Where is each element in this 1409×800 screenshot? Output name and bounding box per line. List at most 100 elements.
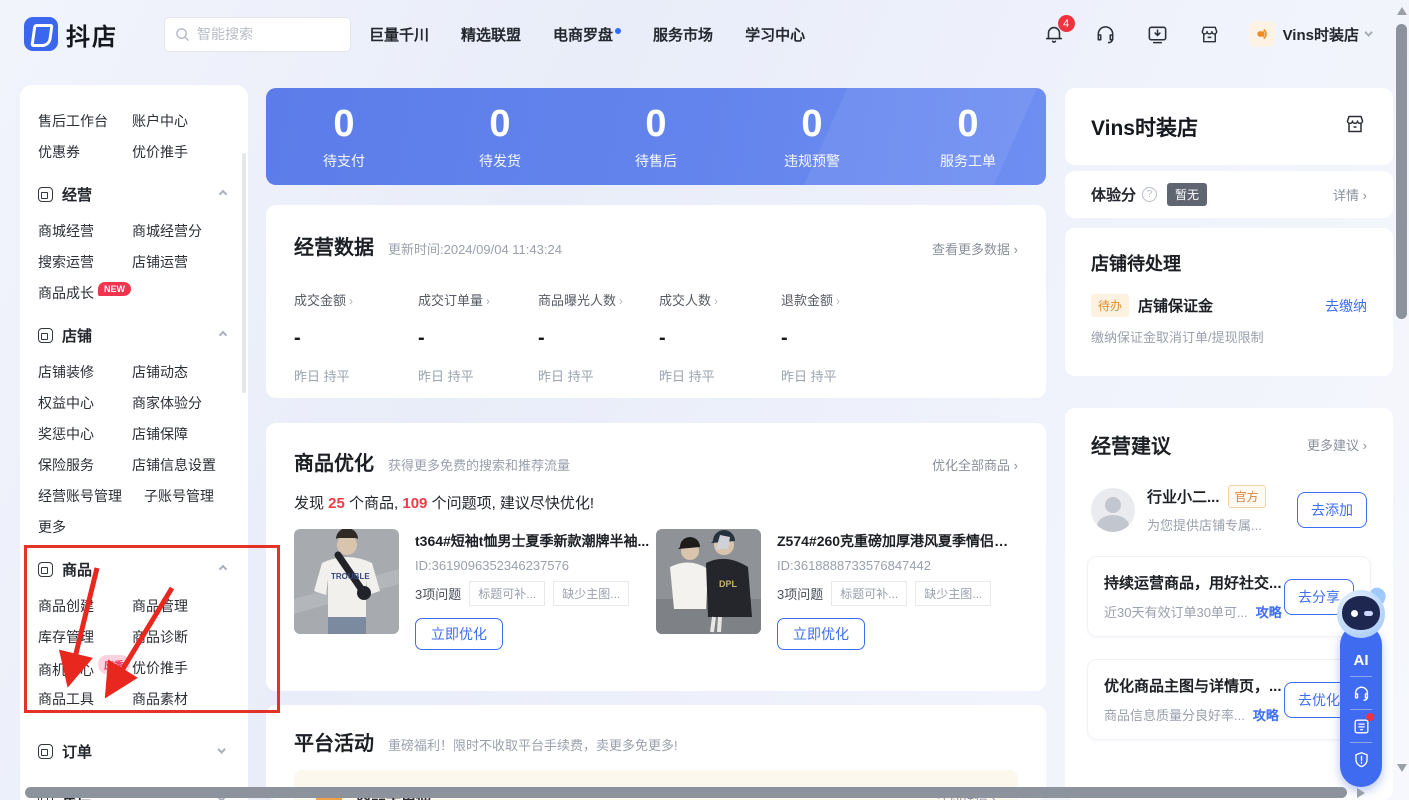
sidebar-item-insurance[interactable]: 保险服务 [38, 455, 132, 475]
sidebar-section-order[interactable]: 订单 [38, 730, 248, 772]
scroll-up-arrow-icon[interactable] [1397, 7, 1407, 15]
sidebar-item-reward-punish[interactable]: 奖惩中心 [38, 424, 132, 444]
vertical-scrollbar[interactable] [1396, 24, 1407, 319]
product-count: 25 [328, 495, 345, 512]
security-button[interactable] [1340, 743, 1382, 775]
product-title[interactable]: Z574#260克重磅加厚港风夏季情侣潮... [777, 531, 1017, 551]
question-icon[interactable]: ? [1142, 187, 1157, 202]
sidebar-item-inventory-mgmt[interactable]: 库存管理 [38, 627, 132, 647]
sidebar-item-product-diagnosis[interactable]: 商品诊断 [132, 627, 188, 647]
sidebar-item-youjia-tuishou[interactable]: 优价推手 [132, 142, 188, 162]
sidebar-item-shop-news[interactable]: 店铺动态 [132, 362, 188, 382]
chevron-down-icon [1364, 28, 1372, 36]
stat-pending-shipment[interactable]: 0 待发货 [422, 103, 578, 171]
sidebar-item-product-tools[interactable]: 商品工具 [38, 689, 132, 709]
download-client-button[interactable] [1145, 21, 1171, 47]
add-officer-button[interactable]: 去添加 [1297, 492, 1367, 528]
metric-gmv[interactable]: 成交金额› - 昨日 持平 [294, 290, 418, 385]
sidebar-item-mall-score[interactable]: 商城经营分 [132, 221, 202, 241]
metric-trend: 昨日 持平 [781, 366, 1018, 385]
product-image[interactable]: TROUBLE [294, 529, 399, 634]
robot-mascot[interactable] [1337, 590, 1385, 638]
sidebar-item-biz-opportunity[interactable]: 商机中心应季 [38, 655, 132, 680]
advice-item-title: 优化商品主图与详情页，... [1104, 675, 1282, 696]
store-info-card: Vins时装店 [1065, 88, 1393, 165]
sidebar-item-product-material[interactable]: 商品素材 [132, 689, 188, 709]
sidebar-item-shop-operation[interactable]: 店铺运营 [132, 252, 188, 272]
sidebar-item-shop-guarantee[interactable]: 店铺保障 [132, 424, 188, 444]
stat-pending-aftersale[interactable]: 0 待售后 [578, 103, 734, 171]
optimize-now-button[interactable]: 立即优化 [415, 618, 503, 650]
sidebar-section-shop[interactable]: 店铺 [38, 314, 248, 356]
storefront-outline-icon[interactable] [1343, 112, 1367, 141]
douyin-shop-logo-icon [24, 17, 58, 51]
sidebar-item-product-create[interactable]: 商品创建 [38, 596, 132, 616]
nav-service-market[interactable]: 服务市场 [653, 24, 713, 45]
sidebar-scrollbar[interactable] [242, 153, 246, 393]
chevron-up-icon [219, 331, 227, 339]
sidebar-item-youjia-tuishou2[interactable]: 优价推手 [132, 658, 188, 678]
metric-buyers[interactable]: 成交人数› - 昨日 持平 [659, 290, 781, 385]
sidebar-item-account-center[interactable]: 账户中心 [132, 111, 188, 131]
nav-luopan[interactable]: 电商罗盘 [553, 24, 621, 45]
sidebar-item-product-mgmt[interactable]: 商品管理 [132, 596, 188, 616]
product-title[interactable]: t364#短袖t恤男士夏季新款潮牌半袖... [415, 531, 649, 551]
strategy-link[interactable]: 攻略 [1253, 705, 1279, 724]
app-logo[interactable]: 抖店 [24, 17, 118, 52]
sidebar-section-operation[interactable]: 经营 [38, 173, 248, 215]
sidebar-item-account-mgmt[interactable]: 经营账号管理 [38, 486, 144, 506]
sidebar-item-search-operation[interactable]: 搜索运营 [38, 252, 132, 272]
sidebar-item-coupon[interactable]: 优惠券 [38, 142, 132, 162]
scroll-down-arrow-icon[interactable] [1397, 764, 1407, 772]
sidebar-item-product-growth[interactable]: 商品成长NEW [38, 282, 132, 303]
product-id: ID:3618888733576847442 [777, 558, 1017, 573]
opt-summary: 发现 25 个商品, 109 个问题项, 建议尽快优化! [294, 492, 1018, 513]
view-more-data-link[interactable]: 查看更多数据 › [932, 239, 1018, 258]
nav-jingxuan[interactable]: 精选联盟 [461, 24, 521, 45]
ai-button[interactable]: AI [1340, 644, 1382, 676]
order-icon [38, 744, 53, 759]
support-button[interactable] [1093, 21, 1119, 47]
chevron-up-icon [219, 190, 227, 198]
notification-bell-button[interactable]: 4 [1041, 21, 1067, 47]
stat-value: 0 [422, 103, 578, 145]
product-image[interactable]: DPL [656, 529, 761, 634]
account-menu[interactable]: Vins时装店 [1249, 21, 1373, 47]
issue-tag: 缺少主图... [915, 581, 991, 606]
sidebar-item-rights-center[interactable]: 权益中心 [38, 393, 132, 413]
customer-service-button[interactable] [1340, 677, 1382, 709]
stat-label: 待发货 [422, 151, 578, 171]
horizontal-scrollbar[interactable] [25, 787, 1347, 798]
message-inbox-button[interactable] [1340, 710, 1382, 742]
issue-count: 109 [402, 495, 427, 512]
stat-violation-warning[interactable]: 0 违规预警 [734, 103, 890, 171]
nav-learning-center[interactable]: 学习中心 [745, 24, 805, 45]
metric-exposure[interactable]: 商品曝光人数› - 昨日 持平 [538, 290, 659, 385]
sidebar-item-mall-operation[interactable]: 商城经营 [38, 221, 132, 241]
more-advice-link[interactable]: 更多建议 › [1307, 435, 1367, 454]
strategy-link[interactable]: 攻略 [1256, 602, 1282, 621]
global-search[interactable] [164, 17, 351, 52]
sidebar-item-aftersale-workbench[interactable]: 售后工作台 [38, 111, 132, 131]
optimize-all-link[interactable]: 优化全部商品 › [932, 455, 1018, 474]
sidebar-section-product[interactable]: 商品 [38, 548, 248, 590]
pay-deposit-link[interactable]: 去缴纳 [1325, 296, 1367, 316]
optimize-now-button[interactable]: 立即优化 [777, 618, 865, 650]
nav-qianchuan[interactable]: 巨量千川 [369, 24, 429, 45]
scroll-right-arrow-icon[interactable] [1357, 788, 1365, 798]
sidebar-item-more[interactable]: 更多 [38, 517, 132, 537]
stat-pending-payment[interactable]: 0 待支付 [266, 103, 422, 171]
my-shop-button[interactable] [1197, 21, 1223, 47]
search-input[interactable] [197, 26, 327, 42]
sidebar-item-shop-decor[interactable]: 店铺装修 [38, 362, 132, 382]
metric-value: - [781, 327, 1018, 350]
metric-refund[interactable]: 退款金额› - 昨日 持平 [781, 290, 1018, 385]
metric-order-count[interactable]: 成交订单量› - 昨日 持平 [418, 290, 538, 385]
sidebar-item-merchant-score[interactable]: 商家体验分 [132, 393, 202, 413]
advice-item: 优化商品主图与详情页，... 商品信息质量分良好率... 攻略 去优化 [1087, 659, 1371, 740]
stat-service-ticket[interactable]: 0 服务工单 [890, 103, 1046, 171]
sidebar-item-shop-info[interactable]: 店铺信息设置 [132, 455, 216, 475]
deposit-desc: 缴纳保证金取消订单/提现限制 [1091, 327, 1367, 346]
sidebar-item-subaccount-mgmt[interactable]: 子账号管理 [144, 486, 214, 506]
experience-detail-link[interactable]: 详情 › [1333, 185, 1367, 204]
